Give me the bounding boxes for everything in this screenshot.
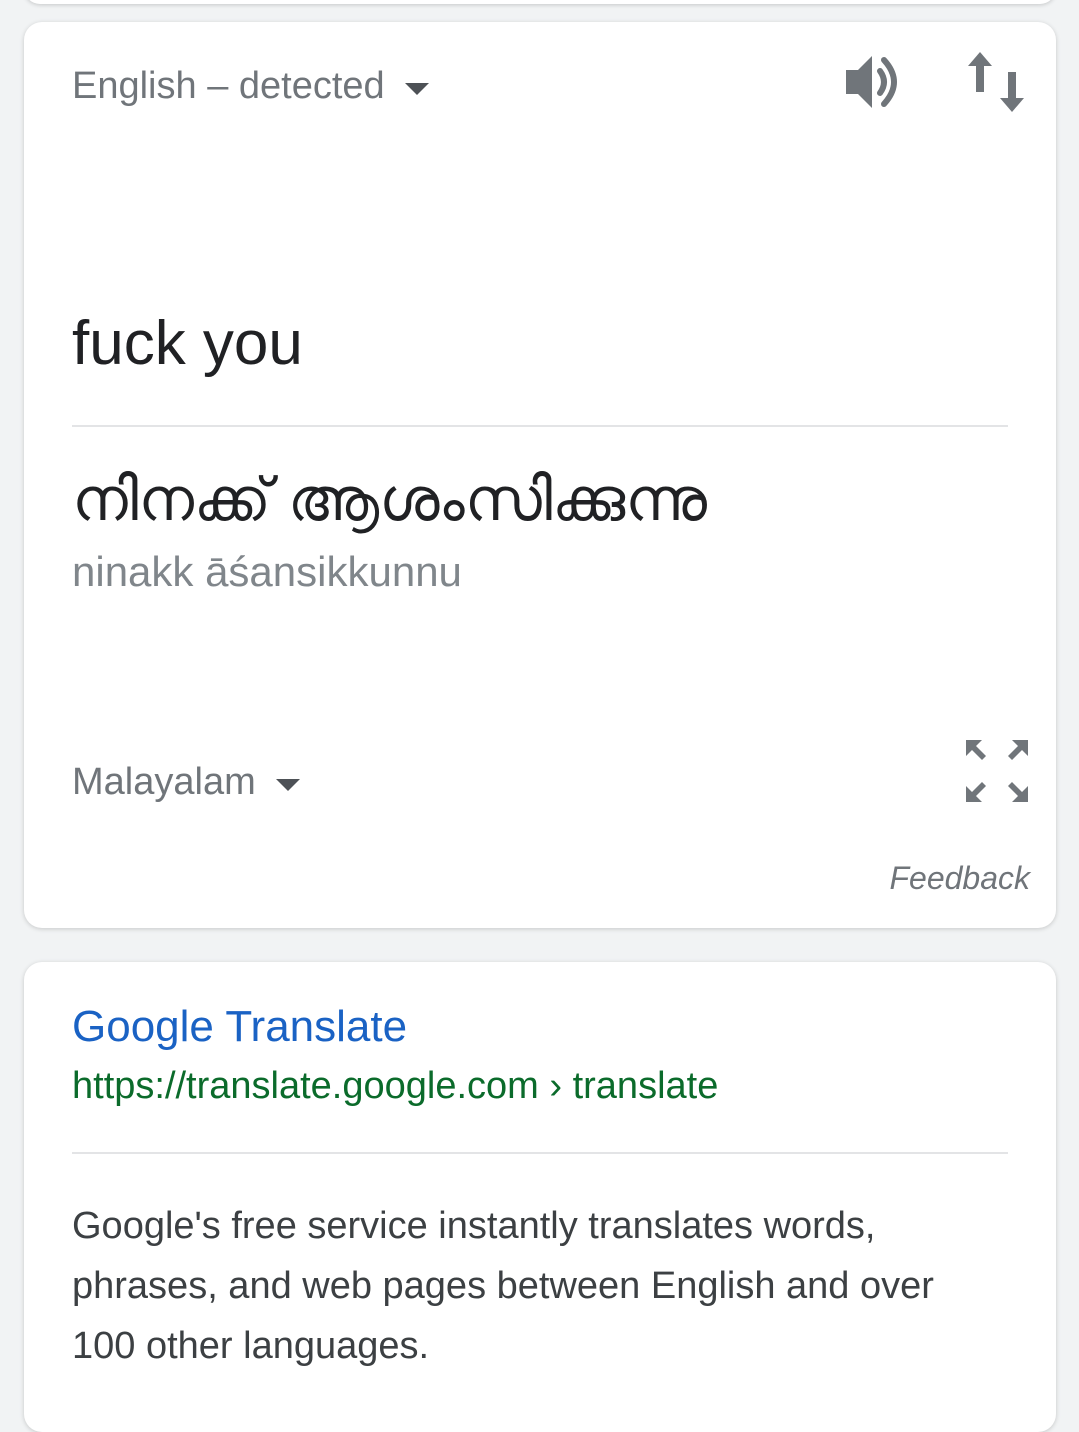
expand-icon — [966, 740, 1028, 802]
speaker-button[interactable] — [842, 48, 910, 116]
result-url[interactable]: https://translate.google.com › translate — [72, 1062, 718, 1110]
expand-button[interactable] — [962, 736, 1032, 806]
divider — [72, 425, 1008, 427]
search-result-card: Google Translate https://translate.googl… — [24, 962, 1056, 1432]
caret-down-icon — [404, 83, 429, 95]
speaker-icon — [846, 56, 897, 108]
romanization-text: ninakk āśansikkunnu — [72, 548, 462, 595]
result-title-link[interactable]: Google Translate — [72, 1000, 407, 1054]
swap-languages-icon — [968, 52, 1024, 112]
source-language-selector[interactable]: English – detected — [72, 64, 429, 108]
translated-text: നിനക്ക് ആശംസിക്കുന്നു — [72, 466, 707, 533]
swap-languages-button[interactable] — [964, 48, 1032, 116]
target-language-label: Malayalam — [72, 761, 256, 803]
divider — [72, 1152, 1008, 1154]
caret-down-icon — [275, 779, 300, 791]
target-language-selector[interactable]: Malayalam — [72, 760, 300, 804]
feedback-link[interactable]: Feedback — [889, 860, 1030, 897]
source-language-label: English – detected — [72, 65, 385, 107]
source-text[interactable]: fuck you — [72, 306, 303, 382]
previous-card-edge — [24, 0, 1056, 4]
translate-card: English – detected fuck you നിനക്ക് ആശംസ… — [24, 22, 1056, 928]
result-snippet: Google's free service instantly translat… — [72, 1205, 934, 1367]
